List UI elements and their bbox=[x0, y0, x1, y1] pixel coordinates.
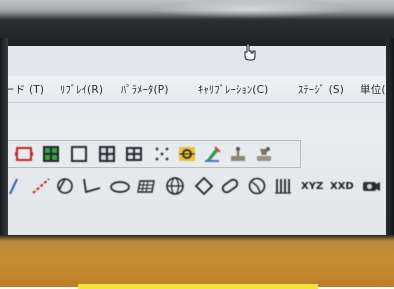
capsule-tool-icon[interactable] bbox=[219, 176, 241, 196]
screen-glare bbox=[150, 0, 350, 18]
arc-tool-icon[interactable] bbox=[54, 176, 76, 196]
rectangle-frame-icon[interactable] bbox=[14, 144, 34, 164]
stage-adjust-icon[interactable] bbox=[254, 144, 274, 164]
menu-item-calibration[interactable]: ｷｬﾘﾌﾞﾚｰｼｮﾝ(C) bbox=[198, 82, 268, 97]
toolbar-view bbox=[8, 140, 301, 168]
crosshair-dots-icon[interactable] bbox=[152, 144, 172, 164]
xyz-tool-button[interactable]: XYZ bbox=[301, 181, 323, 192]
menu-item-parameter[interactable]: ﾊﾟﾗﾒｰﾀ(P) bbox=[121, 82, 169, 97]
menu-item-units[interactable]: 単位( bbox=[360, 82, 386, 97]
mouse-pointer-icon bbox=[244, 43, 256, 61]
app-window: ード (T) ﾘﾌﾞﾚｲ(R) ﾊﾟﾗﾒｰﾀ(P) ｷｬﾘﾌﾞﾚｰｼｮﾝ(C) … bbox=[4, 46, 386, 240]
line-tool-icon[interactable] bbox=[8, 176, 30, 196]
yellow-tab bbox=[78, 284, 318, 289]
dotted-line-tool-icon[interactable] bbox=[30, 176, 52, 196]
parallel-lines-tool-icon[interactable] bbox=[272, 176, 294, 196]
toolbar-drawing: XYZ XXD bbox=[8, 172, 386, 200]
grid-green-icon[interactable] bbox=[41, 144, 61, 164]
desk-surface bbox=[0, 235, 394, 287]
circle-angle-tool-icon[interactable] bbox=[246, 176, 268, 196]
camera-tool-icon[interactable] bbox=[360, 176, 382, 196]
single-window-icon[interactable] bbox=[69, 144, 89, 164]
monitor-bezel-right bbox=[386, 38, 394, 248]
monitor-bezel-left bbox=[0, 38, 8, 248]
quad-window-icon[interactable] bbox=[97, 144, 117, 164]
diamond-tool-icon[interactable] bbox=[193, 176, 215, 196]
target-yellow-icon[interactable] bbox=[177, 144, 197, 164]
photo-of-monitor: ード (T) ﾘﾌﾞﾚｲ(R) ﾊﾟﾗﾒｰﾀ(P) ｷｬﾘﾌﾞﾚｰｼｮﾝ(C) … bbox=[0, 0, 394, 289]
menu-item-stage[interactable]: ｽﾃｰｼﾞ (S) bbox=[298, 82, 344, 97]
menu-item-mode[interactable]: ード (T) bbox=[4, 82, 44, 97]
stage-move-icon[interactable] bbox=[228, 144, 248, 164]
grid-tool-icon[interactable] bbox=[135, 176, 157, 196]
angle-tool-icon[interactable] bbox=[80, 176, 102, 196]
globe-tool-icon[interactable] bbox=[164, 176, 186, 196]
measure-pen-icon[interactable] bbox=[203, 144, 223, 164]
menu-item-replay[interactable]: ﾘﾌﾞﾚｲ(R) bbox=[60, 82, 103, 97]
xxd-tool-button[interactable]: XXD bbox=[330, 181, 354, 192]
menu-bar: ード (T) ﾘﾌﾞﾚｲ(R) ﾊﾟﾗﾒｰﾀ(P) ｷｬﾘﾌﾞﾚｰｼｮﾝ(C) … bbox=[4, 76, 386, 103]
ellipse-tool-icon[interactable] bbox=[109, 176, 131, 196]
multi-window-icon[interactable] bbox=[124, 144, 144, 164]
